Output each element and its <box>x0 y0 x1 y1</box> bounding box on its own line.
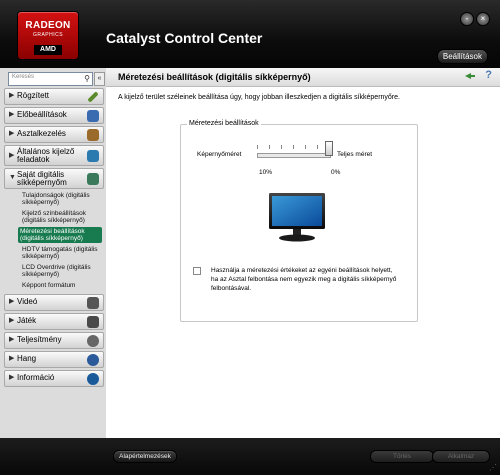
video-icon <box>87 297 99 309</box>
chevron-right-icon: ▶ <box>9 111 15 118</box>
page-description: A kijelző terület széleinek beállítása ú… <box>118 94 400 101</box>
apply-button[interactable]: Alkalmaz <box>432 450 490 463</box>
sidebar-item-label: Játék <box>17 316 37 325</box>
performance-gauge-icon <box>87 335 99 347</box>
chevron-right-icon: ▶ <box>9 317 15 324</box>
sidebar-item-common-display-tasks[interactable]: ▶ Általános kijelző feladatok <box>4 145 104 166</box>
collapse-sidebar-button[interactable]: « <box>94 72 105 86</box>
help-icon[interactable]: ? <box>485 69 492 81</box>
pin-icon <box>87 91 99 103</box>
gaming-icon <box>87 316 99 328</box>
sidebar-item-label: Asztalkezelés <box>17 129 66 138</box>
logo-text-graphics: GRAPHICS <box>32 32 64 38</box>
desktop-icon <box>87 129 99 141</box>
chevron-right-icon: ▶ <box>9 298 15 305</box>
monitor-icon <box>269 193 325 242</box>
footer-bar: Alapértelmezések Törlés Alkalmaz ⋰ <box>0 438 500 475</box>
chevron-right-icon: ▶ <box>9 130 15 137</box>
sidebar-nav: ▶ Rögzített ▶ Előbeállítások ▶ Asztalkez… <box>4 88 104 389</box>
sidebar-item-my-digital-flat-panels[interactable]: ▼ Saját digitális síkképernyőm <box>4 168 104 189</box>
sidebar-item-gaming[interactable]: ▶ Játék <box>4 313 104 330</box>
sidebar-item-label: Előbeállítások <box>17 110 67 119</box>
sidebar-item-presets[interactable]: ▶ Előbeállítások <box>4 107 104 124</box>
close-button[interactable]: × <box>476 12 490 26</box>
flat-panel-icon <box>87 173 99 185</box>
sidebar-item-label: Információ <box>17 373 55 382</box>
info-icon <box>87 373 99 385</box>
sidebar-subitem-hdtv[interactable]: HDTV támogatás (digitális síkképernyő) <box>20 245 104 261</box>
sidebar-subitem-properties[interactable]: Tulajdonságok (digitális síkképernyő) <box>20 191 104 207</box>
chevron-right-icon: ▶ <box>9 152 15 159</box>
sidebar-item-label: Videó <box>17 297 38 306</box>
sidebar-subitem-color[interactable]: Kijelző színbeállítások (digitális síkké… <box>20 209 104 225</box>
radeon-logo: RADEON GRAPHICS AMD <box>18 12 78 59</box>
slider-right-label: Teljes méret <box>337 151 373 158</box>
chevron-down-icon: ▼ <box>9 174 16 181</box>
slider-left-value: 10% <box>259 169 273 176</box>
scaling-slider-track[interactable] <box>257 153 331 158</box>
sidebar-subitem-lcd-overdrive[interactable]: LCD Overdrive (digitális síkképernyő) <box>20 263 104 279</box>
discard-button[interactable]: Törlés <box>370 450 434 463</box>
display-tasks-icon <box>87 150 99 162</box>
sidebar-item-performance[interactable]: ▶ Teljesítmény <box>4 332 104 349</box>
slider-left-label: Képernyőméret <box>197 151 242 158</box>
use-scaling-checkbox-label: Használja a méretezési értékeket az egyé… <box>211 267 397 292</box>
logo-text-radeon: RADEON <box>25 20 71 31</box>
chevron-right-icon: ▶ <box>9 92 15 99</box>
slider-ticks <box>257 145 329 149</box>
use-scaling-checkbox[interactable] <box>193 267 201 275</box>
sidebar-item-label: Teljesítmény <box>17 335 62 344</box>
sidebar-item-information[interactable]: ▶ Információ <box>4 370 104 387</box>
sidebar-subitem-scaling-selected[interactable]: Méretezési beállítások (digitális síkkép… <box>18 227 102 243</box>
scaling-options-group: Méretezési beállítások Képernyőméret Tel… <box>180 120 418 322</box>
catalyst-window: RADEON GRAPHICS AMD Catalyst Control Cen… <box>0 0 500 475</box>
defaults-button[interactable]: Alapértelmezések <box>113 450 177 463</box>
logo-text-amd: AMD <box>34 45 62 55</box>
search-input[interactable]: Keresés ⚲ <box>8 72 93 86</box>
speaker-icon <box>87 354 99 366</box>
page-title: Méretezési beállítások (digitális síkkép… <box>118 72 311 82</box>
sidebar-item-video[interactable]: ▶ Videó <box>4 294 104 311</box>
search-icon[interactable]: ⚲ <box>84 74 90 84</box>
sidebar-item-label: Rögzített <box>17 91 50 100</box>
main-panel: Méretezési beállítások (digitális síkkép… <box>106 68 500 438</box>
sidebar-item-label: Általános kijelző feladatok <box>17 147 75 164</box>
pin-page-icon[interactable] <box>464 72 476 80</box>
sidebar-item-label: Hang <box>17 354 37 363</box>
presets-icon <box>87 110 99 122</box>
chevron-right-icon: ▶ <box>9 355 15 362</box>
sidebar-item-pinned[interactable]: ▶ Rögzített <box>4 88 104 105</box>
page-header: Méretezési beállítások (digitális síkkép… <box>106 68 500 87</box>
sidebar-subitem-pixel-format[interactable]: Képpont formátum <box>20 281 104 290</box>
sidebar: Keresés ⚲ « ▶ Rögzített ▶ Előbeállítások… <box>0 68 107 438</box>
chevron-right-icon: ▶ <box>9 374 15 381</box>
minimize-button[interactable]: - <box>460 12 474 26</box>
scaling-slider-thumb[interactable] <box>325 141 333 156</box>
chevron-right-icon: ▶ <box>9 336 15 343</box>
sidebar-item-audio[interactable]: ▶ Hang <box>4 351 104 368</box>
app-title: Catalyst Control Center <box>106 30 263 46</box>
sidebar-item-desktop-management[interactable]: ▶ Asztalkezelés <box>4 126 104 143</box>
resize-grip-icon[interactable]: ⋰ <box>489 463 497 472</box>
title-bar: RADEON GRAPHICS AMD Catalyst Control Cen… <box>0 0 500 68</box>
group-title: Méretezési beállítások <box>187 120 261 127</box>
search-placeholder: Keresés <box>12 74 35 80</box>
slider-right-value: 0% <box>331 169 341 176</box>
preferences-button[interactable]: Beállítások <box>436 49 488 64</box>
sidebar-item-label: Saját digitális síkképernyőm <box>17 170 67 187</box>
